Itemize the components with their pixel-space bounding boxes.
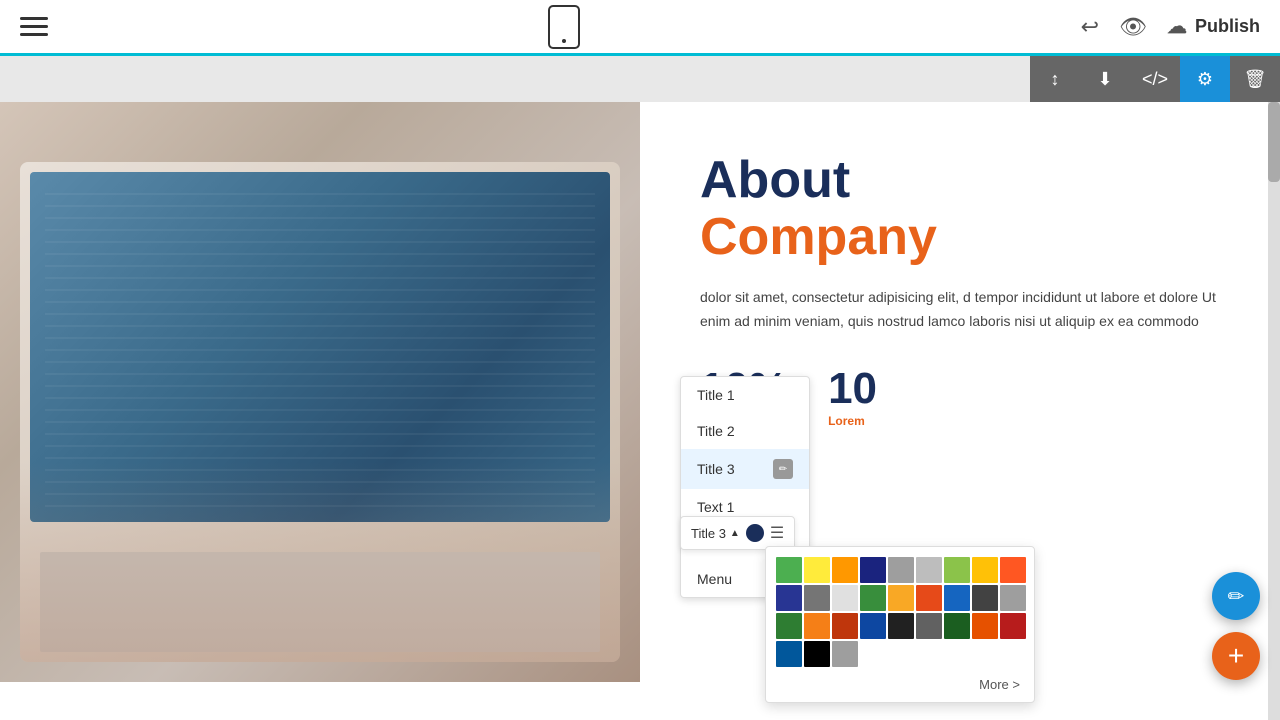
publish-button[interactable]: ☁ Publish: [1167, 14, 1260, 39]
hamburger-icon[interactable]: [20, 17, 48, 36]
color-swatch-20[interactable]: [832, 613, 858, 639]
color-swatch-9[interactable]: [776, 585, 802, 611]
color-swatch-8[interactable]: [1000, 557, 1026, 583]
move-up-down-button[interactable]: ↕: [1030, 56, 1080, 102]
format-bar: Title 3 ▲ ☰: [680, 516, 795, 550]
color-swatch-0[interactable]: [776, 557, 802, 583]
style-selector-label: Title 3: [691, 526, 726, 541]
scroll-thumb: [1268, 102, 1280, 182]
about-body-text: dolor sit amet, consectetur adipisicing …: [700, 286, 1220, 334]
top-bar: ↩ 👁 ☁ Publish: [0, 0, 1280, 56]
color-swatch-23[interactable]: [916, 613, 942, 639]
color-swatch-11[interactable]: [832, 585, 858, 611]
color-swatch-19[interactable]: [804, 613, 830, 639]
dropdown-item-title2[interactable]: Title 2: [681, 413, 809, 449]
undo-icon[interactable]: ↩: [1081, 14, 1099, 40]
text-align-icon[interactable]: ☰: [770, 523, 784, 543]
color-grid: [776, 557, 1024, 667]
style-selector-arrow: ▲: [730, 528, 740, 539]
publish-label: Publish: [1195, 16, 1260, 37]
more-colors-link[interactable]: More >: [776, 677, 1024, 692]
color-swatch-6[interactable]: [944, 557, 970, 583]
color-swatch-14[interactable]: [916, 585, 942, 611]
color-swatch-27[interactable]: [776, 641, 802, 667]
color-swatch-4[interactable]: [888, 557, 914, 583]
code-button[interactable]: </>: [1130, 56, 1180, 102]
color-swatch-15[interactable]: [944, 585, 970, 611]
color-swatch-1[interactable]: [804, 557, 830, 583]
color-swatch-17[interactable]: [1000, 585, 1026, 611]
hand-overlay: [20, 462, 620, 662]
section-image: [0, 102, 640, 682]
settings-button[interactable]: ⚙: [1180, 56, 1230, 102]
about-section: About Company dolor sit amet, consectetu…: [0, 102, 1280, 682]
stat-label-2: Lorem: [828, 414, 877, 428]
about-heading: About: [700, 152, 1220, 209]
page-content: About Company dolor sit amet, consectetu…: [0, 102, 1280, 720]
top-bar-right: ↩ 👁 ☁ Publish: [1081, 14, 1260, 40]
top-bar-left: [20, 17, 48, 36]
text-color-swatch[interactable]: [746, 524, 764, 542]
fab-add-button[interactable]: +: [1212, 632, 1260, 680]
color-swatch-28[interactable]: [804, 641, 830, 667]
secondary-toolbar: ↕ ⬇ </> ⚙ 🗑: [1030, 56, 1280, 102]
dropdown-item-title3[interactable]: Title 3 ✏: [681, 449, 809, 489]
scroll-indicator[interactable]: [1268, 102, 1280, 720]
download-button[interactable]: ⬇: [1080, 56, 1130, 102]
top-bar-center: [548, 5, 580, 49]
fab-edit-icon: ✏: [1228, 584, 1245, 609]
color-swatch-25[interactable]: [972, 613, 998, 639]
edit-pen-icon[interactable]: ✏: [773, 459, 793, 479]
fab-add-icon: +: [1228, 640, 1244, 672]
style-selector[interactable]: Title 3 ▲: [691, 526, 740, 541]
color-swatch-18[interactable]: [776, 613, 802, 639]
company-heading: Company: [700, 209, 1220, 266]
delete-button[interactable]: 🗑: [1230, 56, 1280, 102]
canvas-area: About Company dolor sit amet, consectetu…: [0, 56, 1280, 720]
color-swatch-24[interactable]: [944, 613, 970, 639]
color-swatch-22[interactable]: [888, 613, 914, 639]
color-picker-panel: More >: [765, 546, 1035, 703]
color-swatch-10[interactable]: [804, 585, 830, 611]
fab-edit-button[interactable]: ✏: [1212, 572, 1260, 620]
color-swatch-16[interactable]: [972, 585, 998, 611]
laptop-visual: [20, 162, 620, 662]
mobile-preview-icon[interactable]: [548, 5, 580, 49]
color-swatch-7[interactable]: [972, 557, 998, 583]
color-swatch-21[interactable]: [860, 613, 886, 639]
color-swatch-5[interactable]: [916, 557, 942, 583]
stat-item-2: 10 Lorem: [828, 364, 877, 428]
color-swatch-2[interactable]: [832, 557, 858, 583]
dropdown-item-title1[interactable]: Title 1: [681, 377, 809, 413]
dropdown-item-title3-label: Title 3: [697, 461, 735, 477]
color-swatch-3[interactable]: [860, 557, 886, 583]
color-swatch-13[interactable]: [888, 585, 914, 611]
color-swatch-12[interactable]: [860, 585, 886, 611]
color-swatch-26[interactable]: [1000, 613, 1026, 639]
cloud-icon: ☁: [1167, 14, 1187, 39]
stat-number-2: 10: [828, 364, 877, 414]
preview-eye-icon[interactable]: 👁: [1119, 14, 1147, 40]
color-swatch-29[interactable]: [832, 641, 858, 667]
